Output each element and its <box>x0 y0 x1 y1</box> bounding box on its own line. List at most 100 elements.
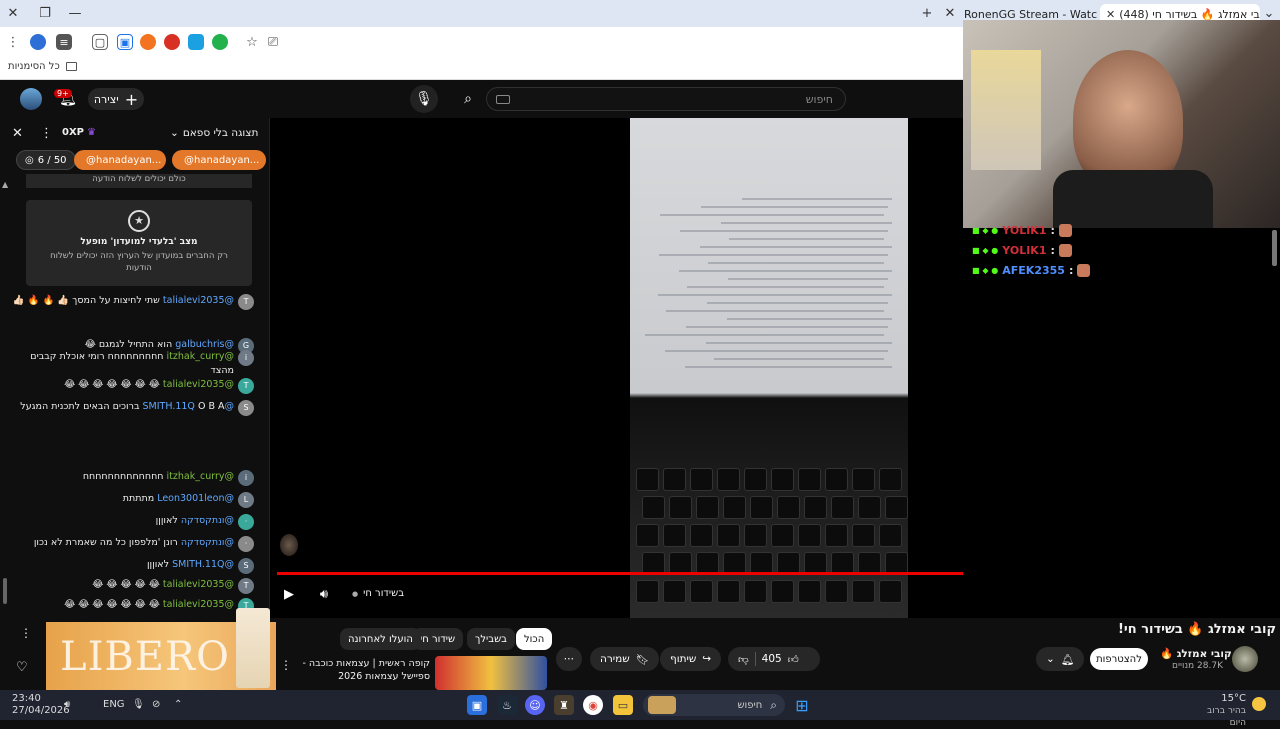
pinned-user-pill[interactable]: @hanadayan... <box>74 150 166 170</box>
suggested-menu-icon[interactable]: ⋮ <box>280 658 292 672</box>
extension-icon[interactable] <box>212 34 228 50</box>
goal-pill[interactable]: ◎ 6 / 50 <box>16 150 76 170</box>
avatar[interactable]: i <box>238 470 254 486</box>
more-actions-icon[interactable]: ⋯ <box>556 647 582 671</box>
puzzle-icon[interactable]: ▢ <box>92 34 108 50</box>
restore-window-icon[interactable]: ❐ <box>36 4 54 22</box>
extension-icon[interactable] <box>140 34 156 50</box>
avatar[interactable]: · <box>238 536 254 552</box>
keyboard-icon[interactable] <box>496 95 510 104</box>
profile-icon[interactable] <box>30 34 46 50</box>
avatar[interactable]: L <box>238 492 254 508</box>
join-button[interactable]: להצטרפות <box>1090 648 1148 670</box>
chat-message[interactable]: T @talialevi2035 שתי לחיצות על המסך 👍🏻 🔥 … <box>4 294 254 310</box>
clock[interactable]: 23:40 27/04/2026 <box>12 693 70 717</box>
steam-icon[interactable]: ♨ <box>497 695 517 715</box>
chat-username[interactable]: @SMITH.11Q <box>172 559 234 570</box>
chat-username[interactable]: @galbuchris <box>175 339 234 350</box>
share-button[interactable]: שיתוף ↪ <box>660 647 722 671</box>
windows-start-icon[interactable]: ⊞ <box>792 695 812 715</box>
chat-message[interactable]: T @talialevi2035 😂 😂 😂 😂 😂 😂 😂 <box>4 598 254 614</box>
chat-message[interactable]: S @SMITH.11Q לאוןןן <box>4 558 254 574</box>
progress-bar[interactable] <box>277 572 996 575</box>
more-options-icon[interactable]: ⋮ <box>20 626 32 640</box>
chat-message[interactable]: · @ונתקסדקה לאוןןן <box>4 514 254 530</box>
more-options-icon[interactable]: ⋮ <box>40 126 53 141</box>
tray-chevron-icon[interactable]: ⌃ <box>174 699 182 710</box>
taskbar-app-icon[interactable]: ♜ <box>554 695 574 715</box>
chat-username[interactable]: @talialevi2035 <box>163 579 234 590</box>
video-player[interactable] <box>270 118 963 618</box>
chat-username[interactable]: @talialevi2035 <box>163 599 234 610</box>
chat-message[interactable]: · @ונתקסדקה רונן 'מלפפון כל מה שאמרת לא נ… <box>4 536 254 552</box>
heart-icon[interactable]: ♡ <box>16 660 28 675</box>
scrollbar[interactable] <box>1272 230 1277 266</box>
minimize-window-icon[interactable]: — <box>66 4 84 22</box>
close-window-icon[interactable]: ✕ <box>4 4 22 22</box>
avatar[interactable]: T <box>238 378 254 394</box>
chat-message[interactable]: i @itzhak_curry חחחחחחחחח רומי אוכלת קבבי… <box>4 350 254 378</box>
close-tab-icon[interactable]: ✕ <box>1106 8 1115 21</box>
notifications-dropdown[interactable]: ⌄ 🔔︎ <box>1036 647 1085 671</box>
network-icon[interactable]: ⊘ <box>152 699 160 710</box>
chat-message[interactable]: i @itzhak_curry חחחחחחחחחחחחח <box>4 470 254 486</box>
avatar[interactable]: T <box>238 294 254 310</box>
play-icon[interactable]: ▶ <box>278 583 300 605</box>
close-chat-icon[interactable]: ✕ <box>12 126 23 141</box>
live-indicator[interactable]: ● בשידור חי <box>352 588 404 599</box>
chip-for-you[interactable]: בשבילך <box>467 628 515 650</box>
channel-name[interactable]: קובי אמזלג 🔥 <box>1160 647 1232 660</box>
mic-icon[interactable]: 🎙︎ <box>132 699 145 710</box>
chat-username[interactable]: @talialevi2035 <box>163 379 234 390</box>
ad-banner[interactable]: LIBERO <box>46 608 276 696</box>
avatar[interactable]: i <box>238 350 254 366</box>
suggested-thumbnail[interactable] <box>435 656 547 690</box>
avatar[interactable]: S <box>238 400 254 416</box>
volume-icon[interactable]: 🔊︎ <box>313 583 335 605</box>
volume-icon[interactable]: 🔊︎ <box>64 699 70 710</box>
save-button[interactable]: שמירה 🔖︎ <box>590 647 660 671</box>
chat-username[interactable]: @talialevi2035 <box>163 295 234 306</box>
dislike-icon[interactable]: 👎︎ <box>738 653 749 666</box>
chat-username[interactable]: @ונתקסדקה <box>181 515 234 526</box>
extension-icon[interactable]: ≡ <box>56 34 72 50</box>
channel-avatar[interactable] <box>1232 646 1258 672</box>
chat-message[interactable]: S @SMITH.11Q O B A ברוכים הבאים לתכנית המ… <box>4 400 254 416</box>
avatar[interactable]: · <box>238 514 254 530</box>
close-tab-icon[interactable]: ✕ <box>941 4 959 22</box>
chrome-icon[interactable]: ◉ <box>583 695 603 715</box>
chat-message[interactable]: T @talialevi2035 😂 😂 😂 😂 😂 <box>4 578 254 594</box>
weather-widget[interactable]: 15°C בהיר ברוב היום <box>1194 693 1246 729</box>
search-input[interactable]: חיפוש <box>486 87 846 111</box>
chip-all[interactable]: הכול <box>516 628 553 650</box>
avatar[interactable]: T <box>238 578 254 594</box>
avatar[interactable] <box>20 88 42 110</box>
taskbar-app-icon[interactable]: ▣ <box>467 695 487 715</box>
create-button[interactable]: יצירה + <box>88 88 144 110</box>
chat-message[interactable]: T @talialevi2035 😂 😂 😂 😂 😂 😂 😂 <box>4 378 254 394</box>
all-bookmarks[interactable]: כל הסימניות <box>8 61 77 72</box>
chat-username[interactable]: @ונתקסדקה <box>181 537 234 548</box>
suggested-title[interactable]: קופה ראשית | עצמאות כוכבה - ספיישל עצמאו… <box>296 657 430 683</box>
like-count[interactable]: 405 <box>762 653 782 665</box>
scroll-up-icon[interactable]: ▲ <box>2 180 8 189</box>
xp-badge[interactable]: 0XP ♛ <box>62 127 96 138</box>
extension-icon[interactable] <box>164 34 180 50</box>
discord-icon[interactable]: ☺ <box>525 695 545 715</box>
chat-username[interactable]: @itzhak_curry <box>167 351 234 362</box>
new-tab-icon[interactable]: + <box>918 4 936 22</box>
chat-username[interactable]: @Leon3001leon <box>157 493 234 504</box>
chip-recently-uploaded[interactable]: הועלו לאחרונה <box>340 628 421 650</box>
bookmark-star-icon[interactable]: ☆ <box>243 33 261 51</box>
avatar[interactable]: S <box>238 558 254 574</box>
like-icon[interactable]: 👍︎ <box>788 653 799 666</box>
language-indicator[interactable]: ENG <box>103 699 125 710</box>
search-icon[interactable]: ⌕ <box>454 85 482 113</box>
chat-mode-dropdown[interactable]: תצוגה בלי ספאם ⌄ <box>170 127 258 139</box>
pinned-user-pill[interactable]: @hanadayan... <box>172 150 266 170</box>
install-app-icon[interactable]: ⎚ <box>264 33 282 51</box>
menu-icon[interactable]: ⋮ <box>4 33 22 51</box>
mic-icon[interactable]: 🎙︎ <box>410 85 438 113</box>
chat-message[interactable]: L @Leon3001leon מתתתת <box>4 492 254 508</box>
extension-icon[interactable]: ▣ <box>117 34 133 50</box>
